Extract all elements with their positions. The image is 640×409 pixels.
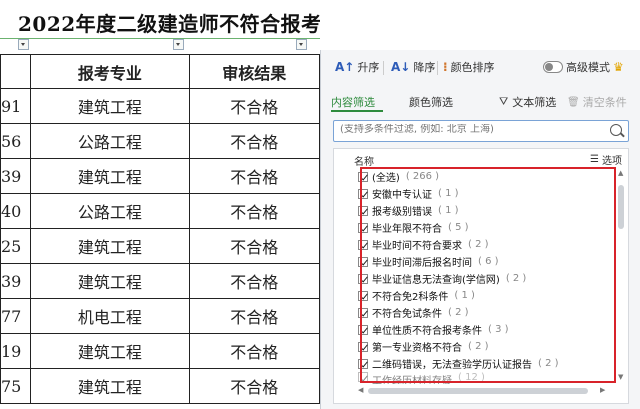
- table-row: 56 公路工程 不合格: [0, 123, 320, 159]
- cell-result[interactable]: 不合格: [188, 368, 320, 404]
- filter-dropdown-icon[interactable]: [173, 39, 184, 50]
- cell-result[interactable]: 不合格: [188, 123, 320, 159]
- cell-major[interactable]: 公路工程: [30, 123, 190, 159]
- table-row: 91 建筑工程 不合格: [0, 88, 320, 124]
- advanced-mode-toggle[interactable]: 高级模式 ♛: [543, 59, 624, 75]
- color-sort-button[interactable]: ⁝ 颜色排序: [443, 59, 495, 75]
- horizontal-scrollbar[interactable]: ◀ ▶: [358, 386, 608, 395]
- clear-conditions-label: 清空条件: [582, 96, 627, 109]
- filter-row: [0, 38, 320, 51]
- vertical-scrollbar[interactable]: ▲ ▼: [616, 169, 626, 383]
- cell-result[interactable]: 不合格: [188, 193, 320, 229]
- cell-major[interactable]: 公路工程: [30, 193, 190, 229]
- scroll-right-icon[interactable]: ▶: [600, 386, 605, 394]
- value-list: 名称 ☰ 选项 (全选)( 266 ) 安徽中专认证( 1 ) 报考级别错误( …: [333, 148, 629, 404]
- list-header-name: 名称: [354, 157, 374, 168]
- cell-major[interactable]: 建筑工程: [30, 228, 190, 264]
- scroll-thumb[interactable]: [368, 388, 588, 394]
- scroll-left-icon[interactable]: ◀: [358, 386, 363, 394]
- cell-major[interactable]: 建筑工程: [30, 333, 190, 369]
- scroll-down-icon[interactable]: ▼: [618, 373, 623, 381]
- cell-num[interactable]: 77: [0, 298, 32, 334]
- sort-asc-button[interactable]: A↑ 升序: [335, 59, 379, 75]
- filter-tabs: 内容筛选 颜色筛选 ⛛ 文本筛选 🗑 清空条件: [321, 90, 640, 114]
- list-header: 名称 ☰ 选项: [334, 149, 628, 168]
- cell-result[interactable]: 不合格: [188, 333, 320, 369]
- cell-result[interactable]: 不合格: [188, 298, 320, 334]
- options-button[interactable]: ☰ 选项: [590, 152, 622, 167]
- toggle-switch-icon: [543, 61, 563, 73]
- table-row: 19 建筑工程 不合格: [0, 333, 320, 369]
- cell-num[interactable]: 56: [0, 123, 32, 159]
- search-input[interactable]: [340, 124, 600, 135]
- cell-major[interactable]: 机电工程: [30, 298, 190, 334]
- filter-dropdown-icon[interactable]: [18, 39, 29, 50]
- col-header-result[interactable]: 审核结果: [188, 54, 320, 89]
- table-header-row: 报考专业 审核结果: [0, 54, 320, 89]
- table-row: 77 机电工程 不合格: [0, 298, 320, 334]
- sort-toolbar: A↑ 升序 A↓ 降序 ⁝ 颜色排序 高级模式 ♛: [321, 50, 640, 86]
- col-header-major[interactable]: 报考专业: [30, 54, 190, 89]
- funnel-icon: ⛛: [499, 95, 509, 108]
- cell-major[interactable]: 建筑工程: [30, 368, 190, 404]
- table-row: 39 建筑工程 不合格: [0, 158, 320, 194]
- active-tab-underline: [331, 110, 383, 112]
- cell-major[interactable]: 建筑工程: [30, 263, 190, 299]
- color-sort-label: 颜色排序: [450, 61, 495, 74]
- filter-panel: A↑ 升序 A↓ 降序 ⁝ 颜色排序 高级模式 ♛ 内容筛选 颜色筛选 ⛛ 文本…: [320, 50, 640, 409]
- highlight-box: [360, 167, 616, 383]
- cell-num[interactable]: 40: [0, 193, 32, 229]
- scroll-thumb[interactable]: [618, 185, 624, 229]
- cell-num[interactable]: 39: [0, 263, 32, 299]
- table-row: 40 公路工程 不合格: [0, 193, 320, 229]
- cell-result[interactable]: 不合格: [188, 88, 320, 124]
- text-filter-label: 文本筛选: [512, 96, 557, 109]
- data-table: 报考专业 审核结果 91 建筑工程 不合格 56 公路工程 不合格 39 建筑工…: [0, 54, 320, 404]
- menu-icon: ☰: [590, 154, 599, 165]
- toolbar-divider: [437, 61, 438, 75]
- cell-num[interactable]: 91: [0, 88, 32, 124]
- toolbar-divider: [383, 61, 384, 75]
- search-icon[interactable]: [610, 124, 622, 136]
- trash-icon: 🗑: [567, 96, 580, 108]
- clear-conditions-button[interactable]: 🗑 清空条件: [567, 94, 627, 110]
- color-sort-icon: ⁝: [443, 60, 448, 74]
- tab-content-filter[interactable]: 内容筛选: [331, 94, 375, 110]
- table-row: 25 建筑工程 不合格: [0, 228, 320, 264]
- col-header-num[interactable]: [0, 54, 32, 89]
- search-box: [333, 120, 629, 142]
- cell-major[interactable]: 建筑工程: [30, 88, 190, 124]
- spreadsheet: 2022年度二级建造师不符合报考条件人员名单 报考专业 审核结果 91 建筑工程…: [0, 0, 320, 409]
- options-label: 选项: [602, 156, 622, 167]
- advanced-mode-label: 高级模式: [566, 61, 610, 74]
- crown-icon: ♛: [613, 60, 624, 74]
- cell-result[interactable]: 不合格: [188, 158, 320, 194]
- cell-num[interactable]: 75: [0, 368, 32, 404]
- sort-asc-icon: A↑: [335, 60, 355, 74]
- scroll-up-icon[interactable]: ▲: [618, 169, 623, 177]
- table-row: 39 建筑工程 不合格: [0, 263, 320, 299]
- cell-num[interactable]: 25: [0, 228, 32, 264]
- cell-major[interactable]: 建筑工程: [30, 158, 190, 194]
- sort-desc-button[interactable]: A↓ 降序: [391, 59, 435, 75]
- cell-result[interactable]: 不合格: [188, 228, 320, 264]
- cell-result[interactable]: 不合格: [188, 263, 320, 299]
- sheet-title: 2022年度二级建造师不符合报考条件人员名单: [18, 12, 320, 36]
- filter-dropdown-icon[interactable]: [296, 39, 307, 50]
- cell-num[interactable]: 19: [0, 333, 32, 369]
- cell-num[interactable]: 39: [0, 158, 32, 194]
- sort-desc-icon: A↓: [391, 60, 411, 74]
- table-row: 75 建筑工程 不合格: [0, 368, 320, 404]
- tab-color-filter[interactable]: 颜色筛选: [409, 94, 453, 110]
- sort-asc-label: 升序: [357, 61, 380, 74]
- sort-desc-label: 降序: [413, 61, 436, 74]
- text-filter-button[interactable]: ⛛ 文本筛选: [499, 94, 556, 110]
